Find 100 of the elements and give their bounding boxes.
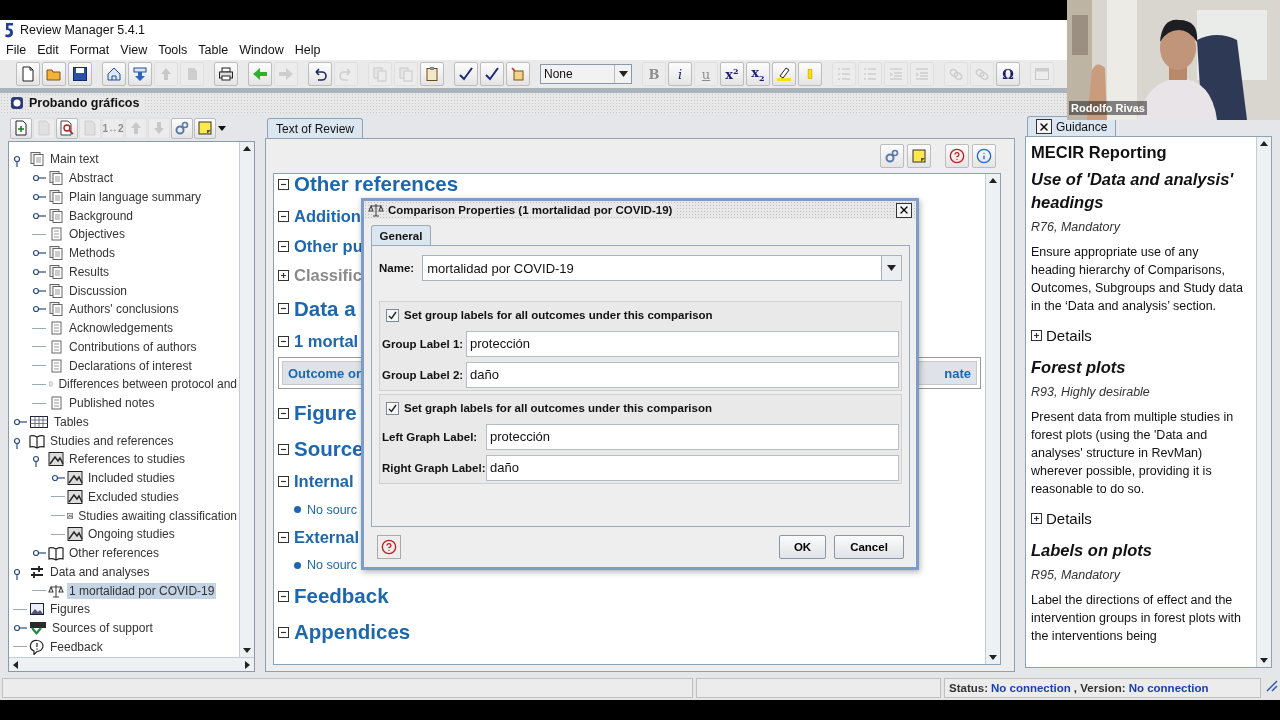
scrollbar[interactable] — [239, 142, 254, 657]
info-button[interactable] — [972, 144, 996, 168]
scrollbar[interactable] — [1256, 137, 1271, 667]
input-field[interactable]: daño — [466, 361, 899, 388]
toolbar-button[interactable] — [454, 62, 478, 86]
format-button[interactable]: x$^{2}$ — [720, 62, 744, 86]
collapse-icon[interactable] — [278, 626, 289, 638]
indent-icon — [888, 66, 904, 82]
tab[interactable]: Text of Review — [267, 118, 364, 138]
collapse-icon[interactable] — [278, 240, 289, 252]
collapse-icon[interactable] — [278, 211, 289, 223]
tab[interactable]: General — [371, 225, 431, 245]
documents-icon — [48, 188, 64, 205]
tree-item[interactable]: Acknowledgements — [67, 320, 176, 337]
highlighter-icon — [776, 66, 792, 82]
tree-item[interactable]: Sources of support — [50, 620, 155, 637]
details-toggle[interactable]: Details — [1046, 327, 1092, 344]
close-button[interactable] — [896, 202, 912, 218]
expand-icon[interactable] — [278, 270, 289, 282]
format-button[interactable]: x$_{2}$ — [746, 62, 770, 86]
tree-item[interactable]: Figures — [48, 601, 92, 618]
toolbar-button[interactable] — [56, 117, 78, 139]
menu-item[interactable]: Window — [233, 43, 289, 57]
tree-item[interactable]: Contributions of authors — [67, 338, 199, 355]
toolbar-button[interactable] — [68, 62, 92, 86]
tab-label: Guidance — [1056, 119, 1108, 134]
menu-item[interactable]: Edit — [31, 43, 64, 57]
toolbar-button[interactable] — [128, 62, 152, 86]
input-field[interactable]: daño — [486, 454, 899, 481]
name-combobox[interactable]: mortalidad por COVID-19 — [422, 255, 902, 281]
section-heading: Addition — [294, 207, 361, 227]
details-toggle[interactable]: Details — [1046, 510, 1092, 527]
checkbox-label[interactable]: Set group labels for all outcomes under this comparison — [404, 309, 713, 321]
menu-item[interactable]: File — [0, 43, 32, 57]
tree-item[interactable]: Published notes — [67, 395, 157, 412]
checkbox[interactable] — [386, 308, 399, 322]
format-button[interactable]: Ω — [996, 62, 1020, 86]
tree-item[interactable]: Discussion — [67, 282, 130, 299]
tree-item[interactable]: Ongoing studies — [86, 526, 177, 543]
scrollbar[interactable] — [985, 174, 1000, 664]
tree-item[interactable]: Tables — [52, 413, 91, 430]
expand-icon[interactable] — [1031, 513, 1042, 524]
tree-item[interactable]: Data and analyses — [48, 563, 152, 580]
tree-item[interactable]: Other references — [67, 545, 162, 562]
checkbox-label[interactable]: Set graph labels for all outcomes under this comparison — [404, 402, 712, 414]
tree-item[interactable]: References to studies — [67, 451, 188, 468]
collapse-icon[interactable] — [278, 335, 289, 347]
close-button[interactable] — [1036, 119, 1052, 134]
tree-item[interactable]: Excluded studies — [86, 488, 181, 505]
cancel-button[interactable]: Cancel — [834, 535, 904, 559]
review-document-icon — [10, 96, 24, 110]
help-button[interactable] — [945, 144, 969, 168]
wizard-icon — [510, 66, 526, 82]
collapse-icon[interactable] — [278, 443, 289, 455]
tree-item[interactable]: Differences between protocol and — [56, 376, 239, 393]
input-field[interactable]: protección — [486, 423, 899, 450]
collapse-icon[interactable] — [278, 531, 289, 543]
tree-item[interactable]: Abstract — [67, 170, 115, 187]
tree-item[interactable]: Authors' conclusions — [67, 301, 181, 318]
menu-item[interactable]: Format — [63, 43, 115, 57]
resize-grip-icon — [1264, 678, 1278, 692]
toolbar-button[interactable] — [102, 62, 126, 86]
checkbox[interactable] — [386, 401, 399, 415]
toolbar-button[interactable] — [420, 62, 444, 86]
tree-item[interactable]: Feedback — [48, 638, 105, 655]
documents-icon — [48, 245, 64, 262]
format-button[interactable]: i — [668, 62, 692, 86]
input-field[interactable]: protección — [466, 330, 899, 357]
menu-item[interactable]: Table — [192, 43, 234, 57]
guidance-code: R93, Highly desirable — [1031, 385, 1151, 399]
menu-item[interactable]: Help — [288, 43, 326, 57]
tree-item[interactable]: Results — [67, 263, 111, 280]
collapse-icon[interactable] — [278, 407, 289, 419]
collapse-icon[interactable] — [278, 476, 289, 488]
scrollbar[interactable] — [9, 657, 254, 671]
tree-item[interactable]: Background — [67, 207, 136, 224]
ok-button[interactable]: OK — [779, 535, 826, 559]
tree-item[interactable]: Objectives — [67, 226, 128, 243]
section-heading: Classific — [294, 266, 362, 286]
tree-item[interactable]: Studies and references — [48, 432, 176, 449]
toolbar-button[interactable] — [480, 62, 504, 86]
style-dropdown[interactable]: None — [540, 64, 632, 84]
section-heading: 1 mortal — [294, 331, 359, 351]
tree-item[interactable]: Declarations of interest — [67, 357, 194, 374]
menu-item[interactable]: Tools — [152, 43, 193, 57]
tree-item[interactable]: Methods — [67, 245, 118, 262]
menu-item[interactable]: View — [114, 43, 153, 57]
toolbar-button[interactable] — [308, 62, 332, 86]
toolbar-button[interactable] — [772, 62, 796, 86]
collapse-icon[interactable] — [278, 590, 289, 602]
tree-item[interactable]: Main text — [48, 151, 101, 168]
toolbar-button[interactable] — [214, 62, 238, 86]
help-button[interactable] — [377, 535, 401, 559]
tree-item[interactable]: Plain language summary — [67, 188, 204, 205]
tree-item[interactable]: 1 mortalidad por COVID-19 — [67, 582, 217, 599]
tree-item[interactable]: Studies awaiting classification — [76, 507, 239, 524]
collapse-icon[interactable] — [278, 178, 289, 190]
expand-icon[interactable] — [1031, 330, 1042, 341]
collapse-icon[interactable] — [278, 303, 289, 314]
tree-item[interactable]: Included studies — [86, 470, 177, 487]
